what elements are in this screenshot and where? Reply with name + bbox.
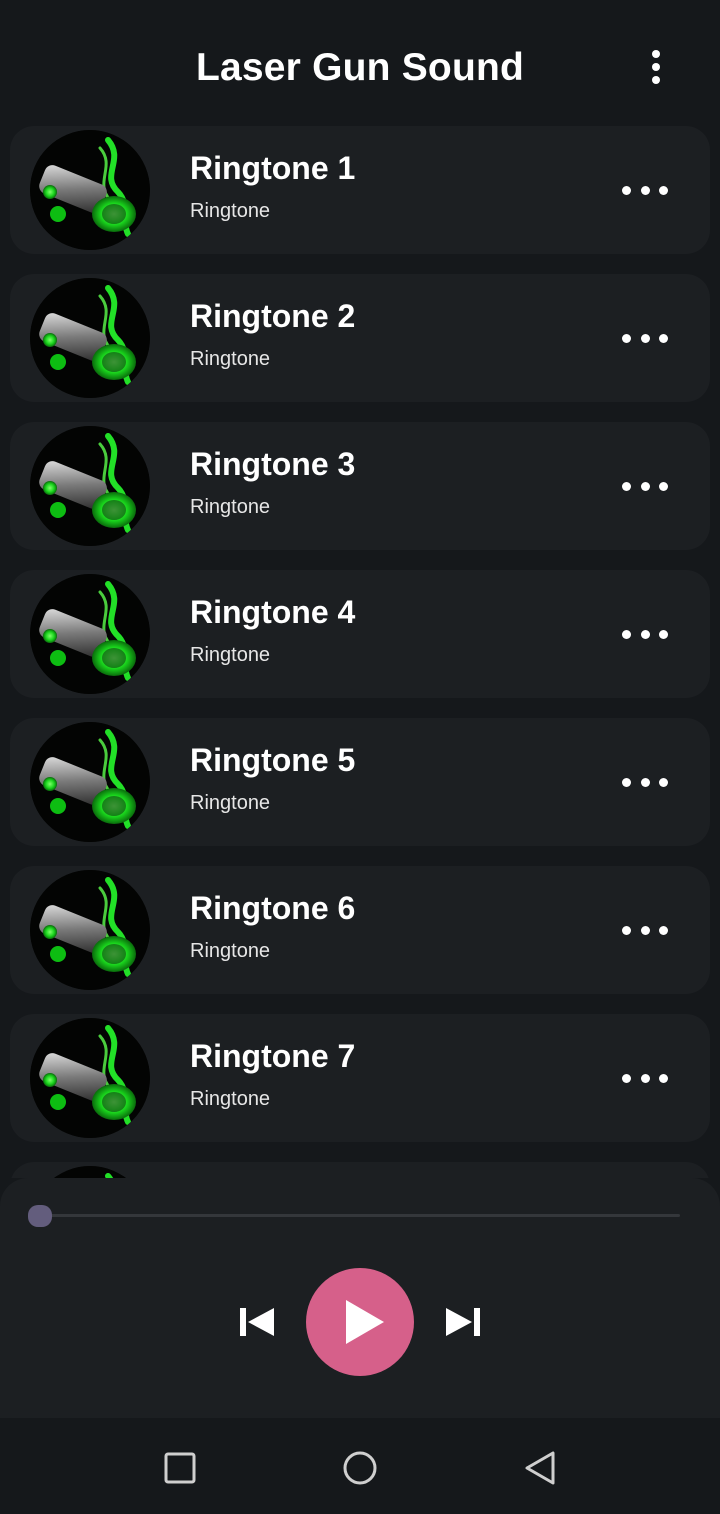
ringtone-title: Ringtone 6: [190, 890, 356, 926]
ringtone-title: Ringtone 5: [190, 742, 356, 778]
page-title: Laser Gun Sound: [195, 46, 525, 89]
more-horizontal-icon[interactable]: [622, 1066, 668, 1090]
play-button[interactable]: [306, 1268, 414, 1376]
ringtone-title: Ringtone 3: [190, 446, 356, 482]
ringtone-title: Ringtone 7: [190, 1038, 356, 1074]
more-vertical-icon[interactable]: [640, 46, 672, 88]
list-item[interactable]: Ringtone 7 Ringtone: [10, 1014, 710, 1142]
mini-player: [0, 1178, 720, 1418]
square-icon[interactable]: [160, 1448, 200, 1488]
ringtone-subtitle: Ringtone: [190, 348, 271, 370]
laser-gun-thumbnail: [30, 278, 150, 398]
ringtone-subtitle: Ringtone: [190, 200, 271, 222]
ringtone-list[interactable]: Ringtone 1 Ringtone Ringtone 2 Ringtone: [0, 126, 720, 1178]
more-horizontal-icon[interactable]: [622, 770, 668, 794]
ringtone-title: Ringtone 1: [190, 150, 356, 186]
laser-gun-thumbnail: [30, 130, 150, 250]
list-item[interactable]: Ringtone 4 Ringtone: [10, 570, 710, 698]
triangle-back-icon[interactable]: [520, 1448, 560, 1488]
ringtone-title: Ringtone 4: [190, 594, 356, 630]
skip-previous-icon[interactable]: [238, 1304, 278, 1340]
laser-gun-thumbnail: [30, 722, 150, 842]
ringtone-subtitle: Ringtone: [190, 496, 271, 518]
ringtone-subtitle: Ringtone: [190, 940, 271, 962]
laser-gun-thumbnail: [30, 574, 150, 694]
list-item[interactable]: Ringtone 5 Ringtone: [10, 718, 710, 846]
laser-gun-thumbnail: [30, 426, 150, 546]
list-item[interactable]: Ringtone 6 Ringtone: [10, 866, 710, 994]
more-horizontal-icon[interactable]: [622, 474, 668, 498]
system-nav-bar: [0, 1418, 720, 1514]
ringtone-title: Ringtone 2: [190, 298, 356, 334]
more-horizontal-icon[interactable]: [622, 918, 668, 942]
laser-gun-thumbnail: [30, 870, 150, 990]
list-item[interactable]: Ringtone 1 Ringtone: [10, 126, 710, 254]
laser-gun-thumbnail: [30, 1166, 150, 1178]
list-item[interactable]: Ringtone 3 Ringtone: [10, 422, 710, 550]
more-horizontal-icon[interactable]: [622, 326, 668, 350]
seek-bar[interactable]: [40, 1214, 680, 1217]
skip-next-icon[interactable]: [442, 1304, 482, 1340]
laser-gun-thumbnail: [30, 1018, 150, 1138]
list-item[interactable]: Ringtone 2 Ringtone: [10, 274, 710, 402]
ringtone-subtitle: Ringtone: [190, 792, 271, 814]
list-item[interactable]: [10, 1162, 710, 1178]
app-bar: Laser Gun Sound: [0, 0, 720, 126]
seek-thumb[interactable]: [28, 1205, 52, 1227]
more-horizontal-icon[interactable]: [622, 178, 668, 202]
ringtone-subtitle: Ringtone: [190, 1088, 271, 1110]
circle-icon[interactable]: [340, 1448, 380, 1488]
ringtone-subtitle: Ringtone: [190, 644, 271, 666]
more-horizontal-icon[interactable]: [622, 622, 668, 646]
play-icon: [346, 1300, 384, 1344]
